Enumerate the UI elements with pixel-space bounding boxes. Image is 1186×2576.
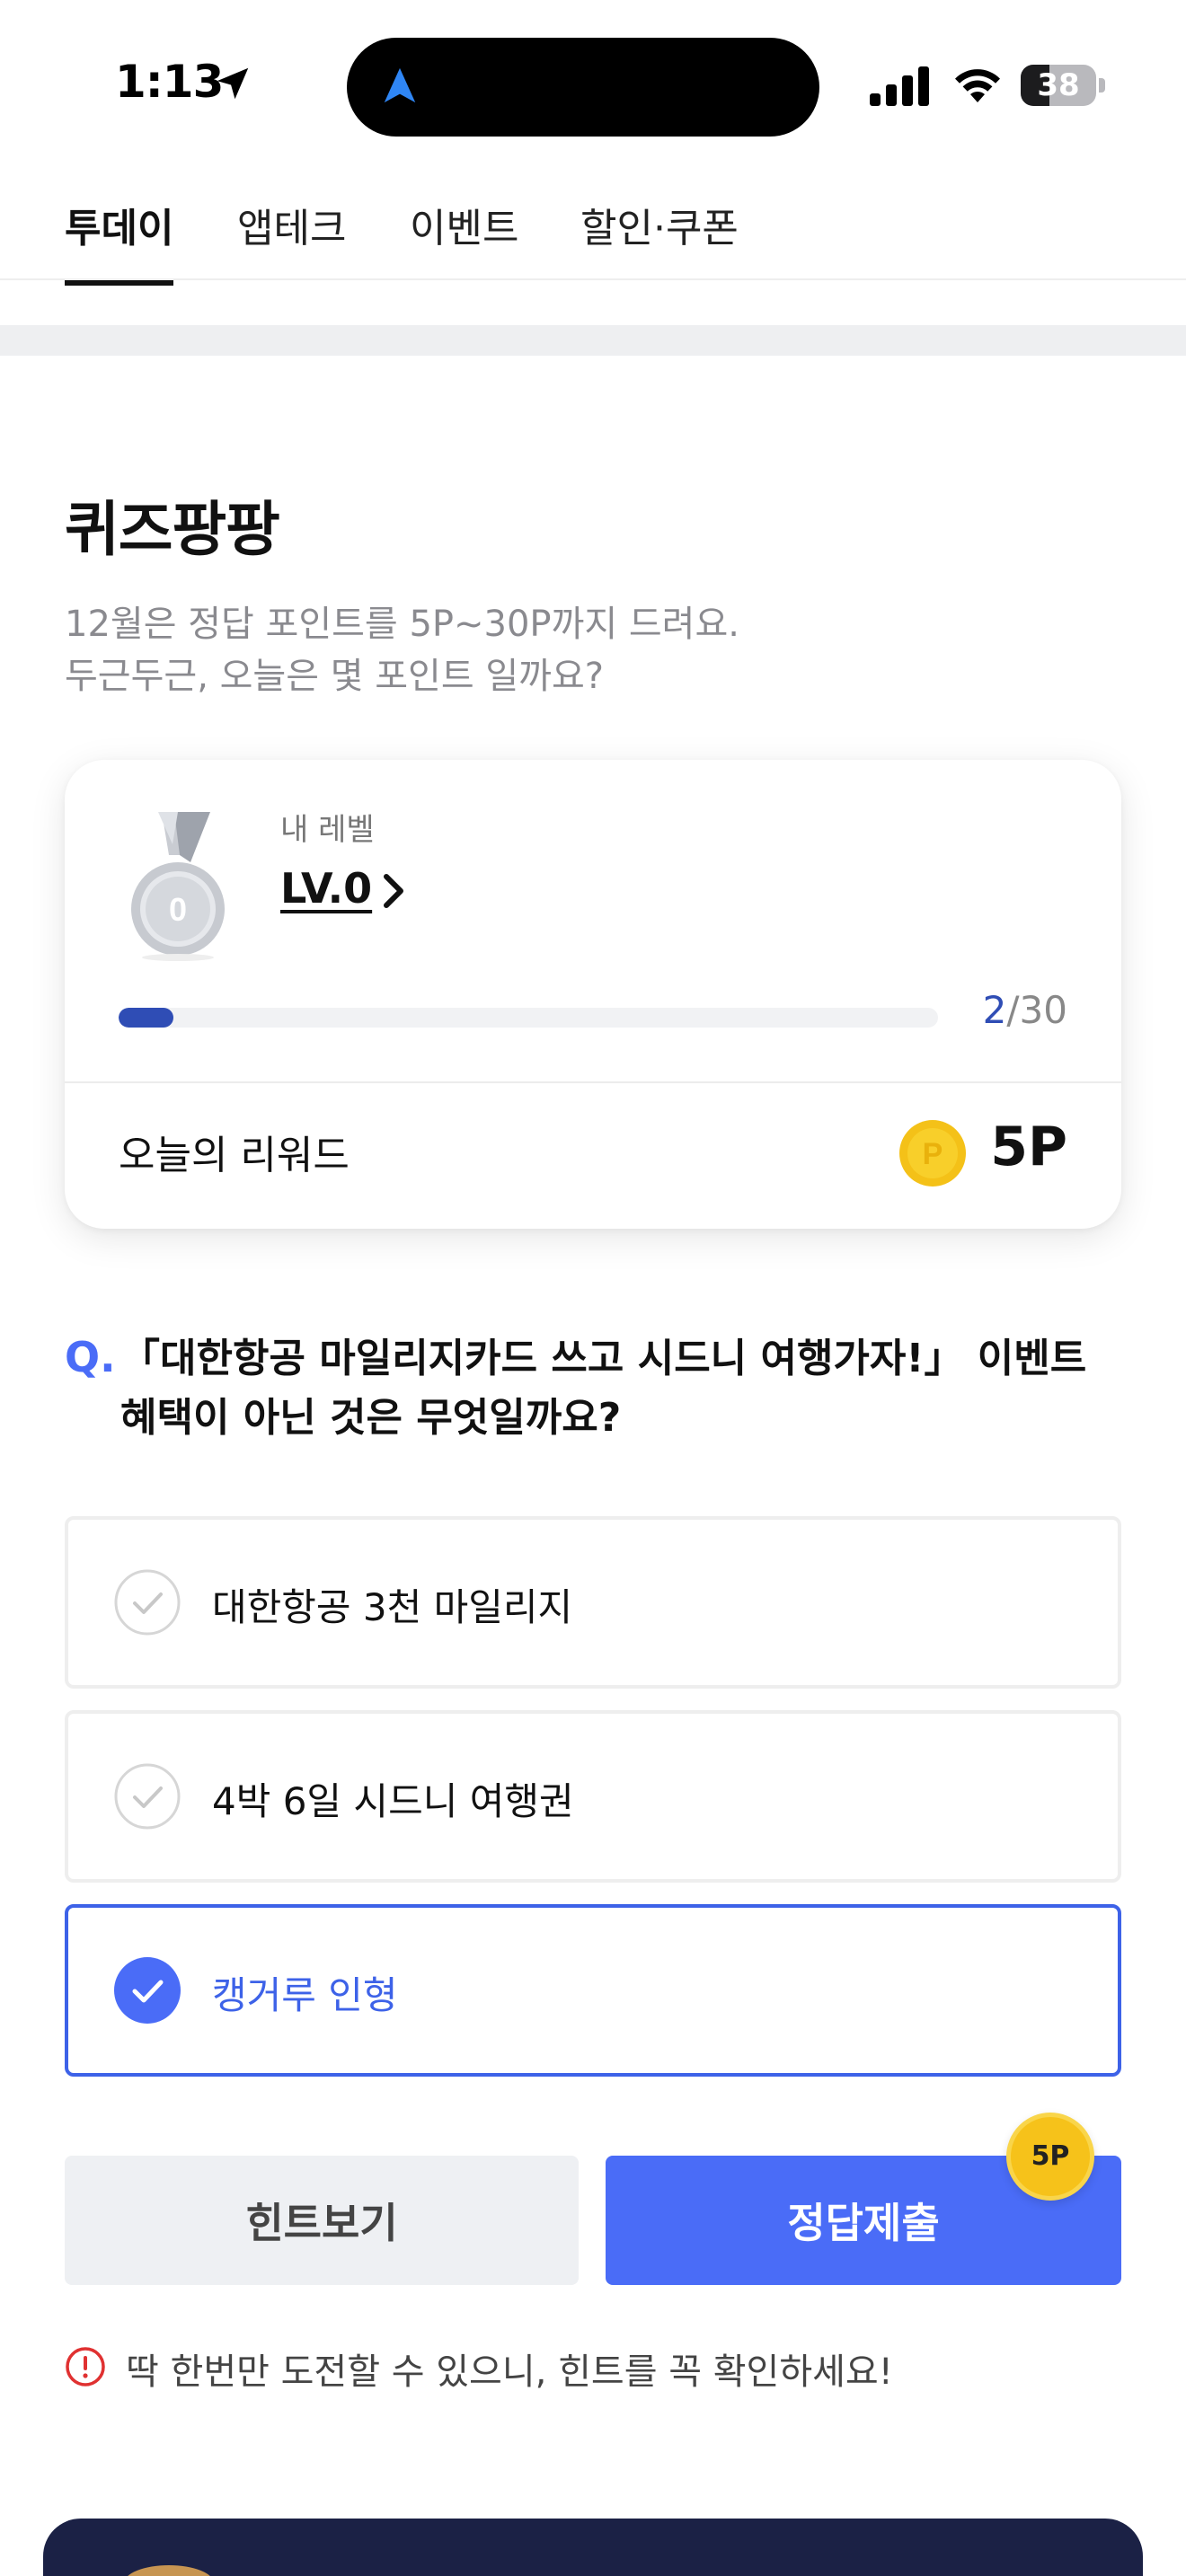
level-card: 0 내 레벨 LV.0 2/30 오늘의 리워드 P 5P: [65, 760, 1121, 1229]
tab-discount-coupon[interactable]: 할인·쿠폰: [580, 196, 739, 280]
medal-number: 0: [169, 891, 187, 928]
check-circle-icon: [114, 1763, 181, 1830]
level-progress-fill: [119, 1008, 173, 1028]
quiz-description: 12월은 정답 포인트를 5P~30P까지 드려요. 두근두근, 오늘은 몇 포…: [65, 598, 739, 702]
check-circle-filled-icon: [114, 1957, 181, 2024]
tab-apptech[interactable]: 앱테크: [237, 196, 346, 280]
question-line: 혜택이 아닌 것은 무엇일까요?: [120, 1395, 622, 1441]
quiz-title: 퀴즈팡팡: [65, 495, 280, 564]
level-label: 내 레벨: [280, 812, 375, 848]
warning-icon: [66, 2347, 105, 2386]
tab-events[interactable]: 이벤트: [410, 196, 518, 280]
wifi-icon: [955, 69, 1000, 102]
level-progress-count: 2/30: [983, 988, 1067, 1032]
reward-point-badge: 5P: [1006, 2113, 1094, 2201]
question-mark-label: Q.: [65, 1333, 116, 1381]
battery-percent: 38: [1037, 67, 1080, 103]
answer-option[interactable]: 4박 6일 시드니 여행권: [65, 1710, 1121, 1883]
banner-illustration: [124, 2565, 214, 2576]
medal-icon: 0: [131, 812, 225, 961]
chevron-right-icon[interactable]: [381, 873, 408, 909]
location-arrow-icon: [217, 67, 249, 100]
point-coin-icon: P: [899, 1120, 966, 1187]
quiz-description-line: 두근두근, 오늘은 몇 포인트 일까요?: [65, 656, 605, 697]
dynamic-island: [347, 38, 819, 137]
progress-total: /30: [1006, 988, 1067, 1032]
battery-indicator: 38: [1021, 65, 1105, 106]
answer-option-label: 캥거루 인형: [212, 1973, 398, 2017]
level-progress-bar: [119, 1008, 938, 1028]
tab-today[interactable]: 투데이: [65, 196, 174, 286]
promo-banner[interactable]: [43, 2519, 1143, 2576]
status-time: 1:13: [115, 56, 224, 108]
question-text: 「대한항공 마일리지카드 쓰고 시드니 여행가자!」 이벤트 혜택이 아닌 것은…: [120, 1329, 1127, 1448]
hint-button[interactable]: 힌트보기: [65, 2156, 579, 2285]
status-bar: 1:13 38: [0, 0, 1186, 171]
answer-option-label: 대한항공 3천 마일리지: [212, 1585, 573, 1629]
navigation-arrow-icon: [384, 67, 416, 103]
question-line: 「대한항공 마일리지카드 쓰고 시드니 여행가자!」 이벤트: [120, 1336, 1087, 1381]
answer-option[interactable]: 대한항공 3천 마일리지: [65, 1516, 1121, 1689]
section-divider: [0, 325, 1186, 356]
warning-text: 딱 한번만 도전할 수 있으니, 힌트를 꼭 확인하세요!: [126, 2351, 893, 2393]
card-divider: [65, 1081, 1121, 1083]
coin-symbol: P: [923, 1137, 943, 1171]
quiz-description-line: 12월은 정답 포인트를 5P~30P까지 드려요.: [65, 604, 739, 645]
progress-current: 2: [982, 988, 1007, 1032]
level-value-link[interactable]: LV.0: [280, 864, 372, 913]
check-circle-icon: [114, 1569, 181, 1636]
answer-option-selected[interactable]: 캥거루 인형: [65, 1904, 1121, 2077]
reward-label: 오늘의 리워드: [119, 1133, 350, 1178]
cellular-signal-icon: [870, 66, 929, 106]
top-tab-bar: 투데이 앱테크 이벤트 할인·쿠폰: [0, 180, 1186, 286]
reward-value: 5P: [990, 1116, 1067, 1178]
answer-option-label: 4박 6일 시드니 여행권: [212, 1779, 574, 1823]
